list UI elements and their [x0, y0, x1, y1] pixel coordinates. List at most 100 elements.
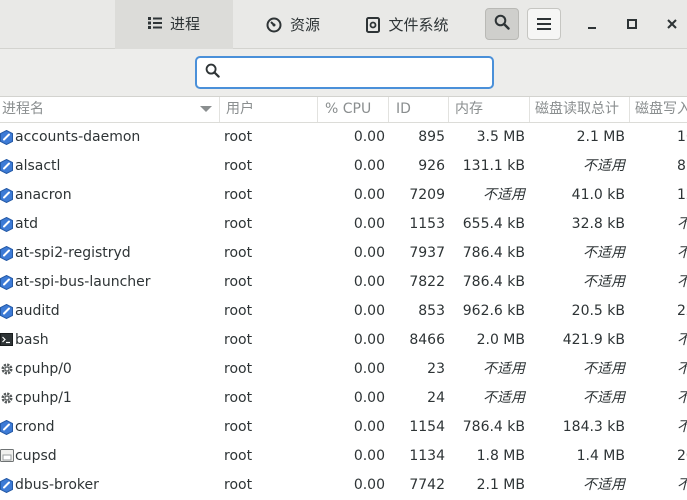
app-icon	[0, 303, 13, 320]
table-row[interactable]: crond root 0.00 1154 786.4 kB 184.3 kB 不	[0, 413, 687, 442]
cell-write: 16	[677, 129, 687, 145]
cell-mem: 655.4 kB	[462, 216, 525, 232]
cell-cpu: 0.00	[353, 477, 385, 493]
table-row[interactable]: alsactl root 0.00 926 131.1 kB 不适用 8	[0, 152, 687, 181]
table-row[interactable]: at-spi-bus-launcher root 0.00 7822 786.4 kB 不…	[0, 268, 687, 297]
header-bar: 进程 资源 文件系统	[0, 0, 687, 49]
column-label: 进程名	[2, 101, 44, 117]
process-name: at-spi2-registryd	[15, 245, 131, 261]
maximize-icon	[626, 15, 638, 34]
cell-user: root	[224, 158, 253, 174]
process-name: cpuhp/1	[15, 390, 72, 406]
cell-write: 不	[677, 384, 687, 413]
hamburger-icon	[537, 15, 551, 34]
cell-read: 不适用	[583, 361, 625, 377]
column-header-id[interactable]: ID	[389, 97, 449, 122]
terminal-icon	[0, 333, 13, 348]
column-header-memory[interactable]: 内存	[449, 97, 530, 122]
cell-id: 1153	[409, 216, 445, 232]
cell-cpu: 0.00	[353, 158, 385, 174]
cell-user: root	[224, 332, 253, 348]
app-icon	[0, 274, 13, 291]
cell-id: 7742	[409, 477, 445, 493]
column-header-name[interactable]: 进程名	[0, 97, 220, 122]
table-row[interactable]: cupsd root 0.00 1134 1.8 MB 1.4 MB 20	[0, 442, 687, 471]
search-field[interactable]	[195, 56, 494, 89]
column-header-user[interactable]: 用户	[220, 97, 318, 122]
cell-read: 1.4 MB	[576, 448, 625, 464]
cell-write: 8	[677, 158, 686, 174]
process-name: dbus-broker	[15, 477, 99, 493]
cell-mem: 不适用	[483, 390, 525, 406]
process-name: at-spi-bus-launcher	[15, 274, 151, 290]
cell-write: 不	[677, 355, 687, 384]
column-label: 磁盘读取总计	[535, 101, 619, 117]
cell-write: 不	[677, 239, 687, 268]
close-button[interactable]	[660, 12, 684, 36]
cell-user: root	[224, 448, 253, 464]
tab-label: 进程	[169, 14, 200, 33]
cell-user: root	[224, 129, 253, 145]
cell-write: 不	[677, 210, 687, 239]
column-header-cpu[interactable]: % CPU	[318, 97, 389, 122]
cell-cpu: 0.00	[353, 332, 385, 348]
app-icon	[0, 187, 13, 204]
cell-id: 1134	[409, 448, 445, 464]
cell-user: root	[224, 303, 253, 319]
search-icon	[205, 63, 220, 82]
cell-id: 895	[418, 129, 445, 145]
table-row[interactable]: accounts-daemon root 0.00 895 3.5 MB 2.1 MB 16	[0, 123, 687, 152]
cell-user: root	[224, 216, 253, 232]
cell-cpu: 0.00	[353, 216, 385, 232]
cell-write: 不	[677, 471, 687, 500]
minimize-button[interactable]	[580, 12, 604, 36]
tab-processes[interactable]: 进程	[115, 0, 233, 49]
cell-cpu: 0.00	[353, 419, 385, 435]
cell-id: 24	[427, 390, 445, 406]
cell-cpu: 0.00	[353, 187, 385, 203]
cell-id: 926	[418, 158, 445, 174]
cell-user: root	[224, 187, 253, 203]
column-header-disk-read[interactable]: 磁盘读取总计	[530, 97, 630, 122]
cell-mem: 1.8 MB	[476, 448, 525, 464]
cell-mem: 2.1 MB	[476, 477, 525, 493]
cell-user: root	[224, 361, 253, 377]
cell-mem: 131.1 kB	[462, 158, 525, 174]
cell-read: 20.5 kB	[571, 303, 625, 319]
table-row[interactable]: anacron root 0.00 7209 不适用 41.0 kB 12	[0, 181, 687, 210]
cell-cpu: 0.00	[353, 245, 385, 261]
cell-read: 32.8 kB	[571, 216, 625, 232]
disk-icon	[366, 16, 381, 33]
table-row[interactable]: cpuhp/1 root 0.00 24 不适用 不适用 不	[0, 384, 687, 413]
list-icon	[147, 17, 162, 29]
table-row[interactable]: auditd root 0.00 853 962.6 kB 20.5 kB 225	[0, 297, 687, 326]
tab-filesystems[interactable]: 文件系统	[350, 0, 465, 49]
table-row[interactable]: dbus-broker root 0.00 7742 2.1 MB 不适用 不	[0, 471, 687, 500]
column-header-disk-write[interactable]: 磁盘写入	[630, 97, 687, 122]
search-bar	[0, 49, 687, 97]
table-row[interactable]: atd root 0.00 1153 655.4 kB 32.8 kB 不	[0, 210, 687, 239]
tab-resources[interactable]: 资源	[238, 0, 348, 49]
process-name: crond	[15, 419, 55, 435]
table-row[interactable]: at-spi2-registryd root 0.00 7937 786.4 kB 不适用…	[0, 239, 687, 268]
cell-mem: 786.4 kB	[462, 245, 525, 261]
table-row[interactable]: bash root 0.00 8466 2.0 MB 421.9 kB 不	[0, 326, 687, 355]
table-row[interactable]: cpuhp/0 root 0.00 23 不适用 不适用 不	[0, 355, 687, 384]
maximize-button[interactable]	[620, 12, 644, 36]
menu-button[interactable]	[527, 8, 561, 40]
app-icon	[0, 216, 13, 233]
column-label: 用户	[226, 101, 254, 117]
column-label: ID	[396, 101, 411, 117]
column-label: % CPU	[325, 101, 372, 117]
search-toggle-button[interactable]	[485, 8, 519, 40]
gear-icon	[0, 362, 13, 377]
process-name: bash	[15, 332, 49, 348]
cell-read: 不适用	[583, 158, 625, 174]
search-input[interactable]	[226, 63, 480, 82]
cell-id: 853	[418, 303, 445, 319]
cell-read: 2.1 MB	[576, 129, 625, 145]
cell-read: 不适用	[583, 245, 625, 261]
cell-user: root	[224, 477, 253, 493]
cell-write: 225	[677, 303, 687, 319]
column-label: 内存	[455, 101, 483, 117]
